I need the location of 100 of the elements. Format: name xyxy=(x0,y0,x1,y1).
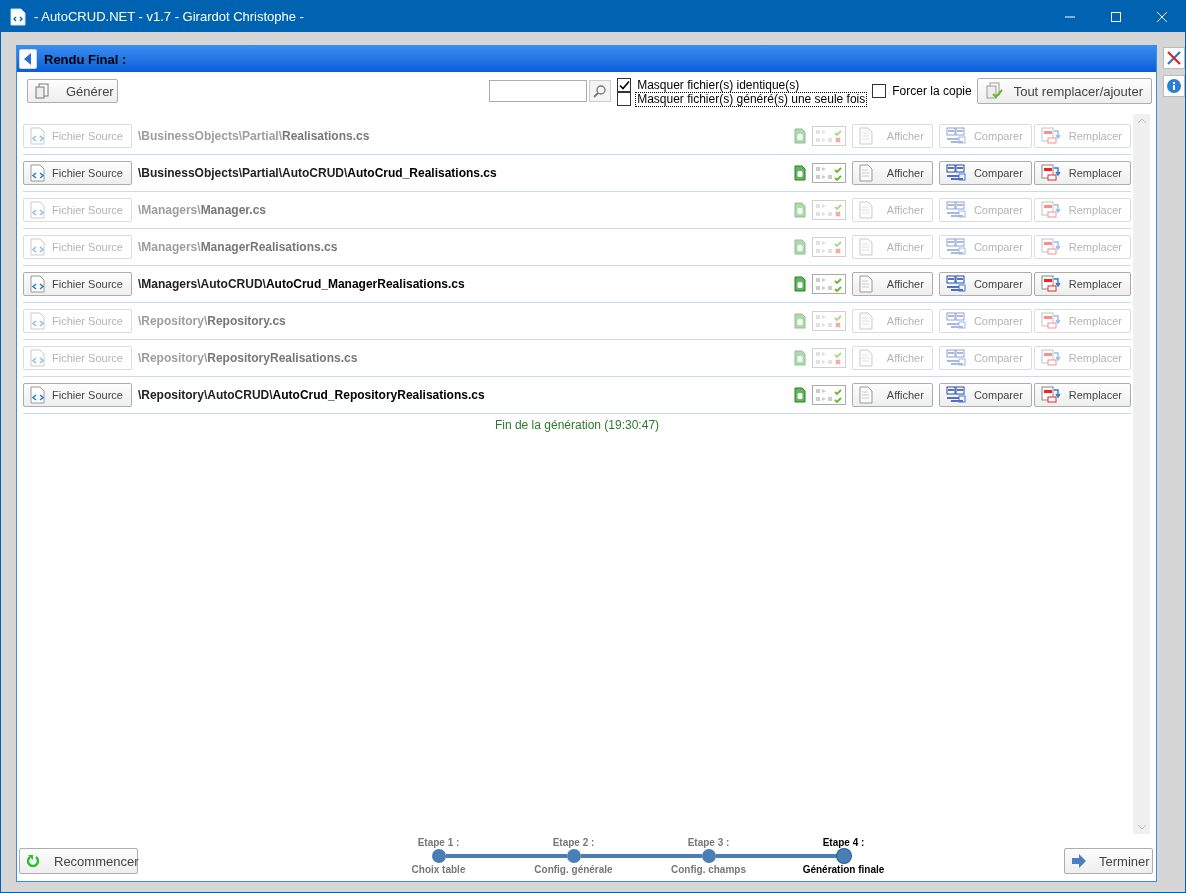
refresh-icon xyxy=(26,854,40,868)
replace-button[interactable]: Remplacer xyxy=(1033,161,1131,185)
code-file-icon xyxy=(30,386,46,404)
replace-button[interactable]: Remplacer xyxy=(1033,235,1131,259)
compare-icon xyxy=(945,164,966,182)
database-file-icon xyxy=(793,128,806,144)
compare-button[interactable]: Comparer xyxy=(938,346,1032,370)
show-button[interactable]: Afficher xyxy=(851,309,933,333)
source-file-button[interactable]: Fichier Source xyxy=(23,161,132,185)
step-name: Choix table xyxy=(411,864,466,875)
search-button[interactable] xyxy=(589,80,612,102)
step-title: Etape 1 : xyxy=(417,837,460,848)
document-icon xyxy=(858,275,873,293)
replace-icon xyxy=(1040,201,1061,219)
file-path: \BusinessObjects\Partial\AutoCRUD\AutoCrud_Realisations.cs xyxy=(137,166,498,180)
replace-icon xyxy=(1040,127,1061,145)
replace-button[interactable]: Remplacer xyxy=(1033,198,1131,222)
source-file-button[interactable]: Fichier Source xyxy=(23,235,132,259)
info-icon xyxy=(1166,78,1182,94)
panel-title: Rendu Final : xyxy=(44,51,127,67)
checkbox[interactable] xyxy=(617,78,632,92)
compare-button[interactable]: Comparer xyxy=(938,235,1032,259)
compare-icon xyxy=(945,312,966,330)
restart-button[interactable]: Recommencer xyxy=(19,848,138,874)
compare-button[interactable]: Comparer xyxy=(938,124,1032,148)
checkbox[interactable] xyxy=(872,84,887,98)
code-file-icon xyxy=(30,238,46,256)
match-status-icon xyxy=(811,274,846,294)
source-file-button[interactable]: Fichier Source xyxy=(23,309,132,333)
replace-button[interactable]: Remplacer xyxy=(1033,346,1131,370)
source-file-button[interactable]: Fichier Source xyxy=(23,383,132,407)
show-button[interactable]: Afficher xyxy=(851,161,933,185)
search-field[interactable] xyxy=(489,80,588,102)
replace-all-button[interactable]: Tout remplacer/ajouter xyxy=(976,78,1152,104)
compare-button[interactable]: Comparer xyxy=(938,309,1032,333)
compare-button[interactable]: Comparer xyxy=(938,383,1032,407)
code-file-icon xyxy=(30,127,46,145)
match-status-icon xyxy=(811,311,846,331)
replace-button[interactable]: Remplacer xyxy=(1033,124,1131,148)
document-icon xyxy=(858,312,873,330)
match-status-icon xyxy=(811,126,846,146)
finish-button[interactable]: Terminer xyxy=(1064,848,1153,874)
step-name: Génération finale xyxy=(802,864,885,875)
replace-icon xyxy=(1040,164,1061,182)
app-icon xyxy=(10,7,26,26)
replace-icon xyxy=(1040,238,1061,256)
file-path: \Managers\AutoCRUD\AutoCrud_ManagerRealisations.cs xyxy=(137,277,466,291)
code-file-icon xyxy=(30,164,46,182)
replace-button[interactable]: Remplacer xyxy=(1033,272,1131,296)
show-button[interactable]: Afficher xyxy=(851,124,933,148)
files-check-icon xyxy=(983,82,1004,100)
source-file-button[interactable]: Fichier Source xyxy=(23,346,132,370)
document-icon xyxy=(858,238,873,256)
document-icon xyxy=(858,201,873,219)
replace-button[interactable]: Remplacer xyxy=(1033,383,1131,407)
info-button[interactable] xyxy=(1163,75,1185,97)
compare-button[interactable]: Comparer xyxy=(938,272,1032,296)
show-button[interactable]: Afficher xyxy=(851,383,933,407)
database-file-icon xyxy=(793,239,806,255)
file-path: \Repository\AutoCRUD\AutoCrud_RepositoryRealisations.cs xyxy=(137,388,486,402)
code-file-icon xyxy=(30,312,46,330)
checkmark-icon xyxy=(618,79,630,91)
checkbox[interactable] xyxy=(617,92,632,106)
compare-button[interactable]: Comparer xyxy=(938,198,1032,222)
file-path: \Repository\Repository.cs xyxy=(137,314,287,328)
show-button[interactable]: Afficher xyxy=(851,198,933,222)
database-file-icon xyxy=(793,387,806,403)
compare-icon xyxy=(945,275,966,293)
scrollbar[interactable] xyxy=(1133,114,1150,834)
compare-button[interactable]: Comparer xyxy=(938,161,1032,185)
chevron-up-icon xyxy=(1136,118,1147,124)
show-button[interactable]: Afficher xyxy=(851,235,933,259)
window-title: - AutoCRUD.NET - v1.7 - Girardot Christophe - xyxy=(34,9,305,24)
source-file-button[interactable]: Fichier Source xyxy=(23,124,132,148)
replace-icon xyxy=(1040,386,1061,404)
show-button[interactable]: Afficher xyxy=(851,346,933,370)
source-file-button[interactable]: Fichier Source xyxy=(23,272,132,296)
maximize-icon xyxy=(1111,11,1121,22)
generate-button[interactable]: Générer xyxy=(27,79,118,103)
document-icon xyxy=(858,164,873,182)
step-title: Etape 4 : xyxy=(822,837,865,848)
checkbox-label: Masquer fichier(s) généré(s) une seule fois xyxy=(636,92,867,106)
compare-icon xyxy=(945,238,966,256)
close-icon xyxy=(1157,11,1167,22)
match-status-icon xyxy=(811,200,846,220)
show-button[interactable]: Afficher xyxy=(851,272,933,296)
file-path: \Managers\Manager.cs xyxy=(137,203,267,217)
source-file-button[interactable]: Fichier Source xyxy=(23,198,132,222)
code-file-icon xyxy=(30,349,46,367)
step-name: Config. générale xyxy=(534,864,613,875)
replace-button[interactable]: Remplacer xyxy=(1033,309,1131,333)
compare-icon xyxy=(945,349,966,367)
document-icon xyxy=(858,386,873,404)
tools-button[interactable] xyxy=(1163,47,1185,69)
status-message: Fin de la génération (19:30:47) xyxy=(493,417,661,432)
replace-icon xyxy=(1040,349,1061,367)
database-file-icon xyxy=(793,202,806,218)
document-icon xyxy=(858,127,873,145)
back-button[interactable] xyxy=(19,49,37,69)
step-title: Etape 2 : xyxy=(552,837,595,848)
